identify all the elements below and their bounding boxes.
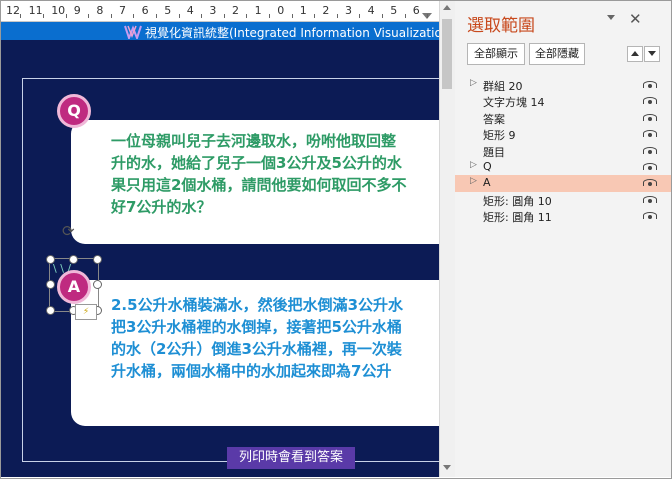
ruler-number: 1	[254, 4, 262, 17]
scroll-up-icon[interactable]	[443, 5, 451, 10]
slide-header-band: 視覺化資訊統整(Integrated Information Visualiza…	[1, 22, 439, 42]
answer-text[interactable]: 2.5公升水桶裝滿水，然後把水倒滿3公升水 把3公升水桶裡的水倒掉，接著把5公升…	[111, 294, 403, 382]
bring-forward-button[interactable]	[627, 46, 643, 62]
ruler-number: 12	[6, 4, 20, 17]
resize-handle-sw[interactable]	[46, 306, 55, 315]
list-item[interactable]: ▷ 群組 20	[455, 77, 671, 93]
scroll-thumb[interactable]	[442, 19, 452, 89]
resize-handle-w[interactable]	[46, 280, 55, 289]
print-answer-label[interactable]: 列印時會看到答案	[227, 447, 355, 469]
ruler-number: 5	[390, 4, 398, 17]
ruler-number: 7	[119, 4, 126, 17]
ruler-tick	[268, 14, 270, 18]
slide-header-title: 視覺化資訊統整(Integrated Information Visualiza…	[145, 26, 439, 40]
expand-arrow-icon[interactable]: ▷	[470, 160, 477, 170]
ruler-number: 3	[345, 4, 352, 17]
ruler-tick	[201, 14, 203, 18]
scroll-down-icon[interactable]	[443, 465, 451, 470]
question-card[interactable]: 一位母親叫兒子去河邊取水，吩咐他取回整 升的水，她給了兒子一個3公升及5公升的水…	[71, 120, 439, 244]
pane-options-chevron-icon[interactable]	[607, 15, 615, 20]
ruler-number: 11	[28, 4, 43, 17]
answer-card[interactable]: 2.5公升水桶裝滿水，然後把水倒滿3公升水 把3公升水桶裡的水倒掉，接著把5公升…	[71, 280, 439, 426]
list-item[interactable]: 矩形: 圓角 11	[455, 208, 671, 224]
ruler-number: 1	[299, 4, 307, 17]
horizontal-ruler[interactable]: 12 11 10 9 8 7 6 5 4 3 2 1 0 1 2 3 4 5 6	[1, 1, 439, 22]
ruler-number: 6	[141, 4, 149, 17]
send-backward-button[interactable]	[644, 46, 660, 62]
resize-handle-ne[interactable]	[93, 255, 102, 264]
selection-pane: 選取範圍 ✕ 全部顯示 全部隱藏 ▷ 群組 20 文字方塊 14 答案 矩形 9…	[455, 1, 671, 477]
ruler-number: 6	[412, 4, 420, 17]
ruler-number: 3	[209, 4, 217, 17]
visibility-eye-icon[interactable]	[643, 195, 657, 203]
expand-arrow-icon[interactable]: ▷	[470, 78, 477, 88]
ruler-tick	[110, 14, 112, 18]
list-item[interactable]: 文字方塊 14	[455, 93, 671, 109]
show-all-button[interactable]: 全部顯示	[467, 43, 525, 65]
arrow-up-icon	[631, 51, 639, 56]
ruler-number: 5	[164, 4, 172, 17]
hide-all-button[interactable]: 全部隱藏	[529, 43, 585, 65]
ruler-number: 2	[232, 4, 239, 17]
list-item-selected[interactable]: ▷ A	[455, 175, 671, 192]
ruler-tick	[246, 14, 248, 18]
vertical-scrollbar[interactable]	[439, 1, 455, 477]
ruler-number: 0	[277, 4, 285, 17]
ruler-number: 2	[322, 4, 330, 17]
visibility-eye-icon[interactable]	[643, 113, 657, 121]
ruler-tick	[404, 14, 406, 18]
rotate-handle-icon[interactable]: ⟳	[62, 222, 75, 240]
visibility-eye-icon[interactable]	[643, 81, 657, 88]
visibility-eye-icon[interactable]	[643, 179, 657, 187]
ruler-tick	[155, 14, 157, 18]
ruler-number: 10	[51, 4, 66, 17]
ruler-tick	[291, 14, 293, 18]
ruler-tick	[314, 14, 316, 18]
expand-arrow-icon[interactable]: ▷	[470, 176, 477, 186]
question-text[interactable]: 一位母親叫兒子去河邊取水，吩咐他取回整 升的水，她給了兒子一個3公升及5公升的水…	[111, 130, 406, 218]
list-item[interactable]: 矩形 9	[455, 126, 671, 142]
list-item[interactable]: 矩形: 圓角 10	[455, 192, 671, 208]
ruler-number: 4	[186, 4, 194, 17]
ruler-tick	[336, 14, 338, 18]
ruler-tick	[42, 14, 44, 18]
ruler-tick	[359, 14, 361, 18]
visibility-eye-icon[interactable]	[643, 162, 657, 170]
arrow-down-icon	[648, 51, 656, 56]
ruler-tick	[381, 14, 383, 18]
answer-badge[interactable]: A	[57, 270, 91, 304]
list-item[interactable]: ▷ Q	[455, 159, 671, 175]
selection-list: ▷ 群組 20 文字方塊 14 答案 矩形 9 題目 ▷ Q ▷ A 矩形: 圓…	[455, 77, 671, 225]
ruler-tick	[20, 14, 22, 18]
ruler-number: 9	[73, 4, 81, 17]
ruler-tick	[427, 14, 429, 18]
layout-options-icon[interactable]: ⚡	[75, 304, 97, 320]
ruler-tick	[88, 14, 90, 18]
close-icon[interactable]: ✕	[629, 10, 642, 28]
ruler-number: 4	[367, 4, 375, 17]
ruler-tick	[65, 14, 67, 18]
logo-icon	[124, 25, 142, 39]
visibility-eye-icon[interactable]	[643, 97, 657, 105]
ruler-number: 8	[96, 4, 104, 17]
resize-handle-e[interactable]	[93, 280, 102, 289]
ruler-tick	[178, 14, 180, 18]
pane-title: 選取範圍	[467, 16, 535, 36]
list-item[interactable]: 題目	[455, 143, 671, 159]
visibility-eye-icon[interactable]	[643, 212, 657, 220]
visibility-eye-icon[interactable]	[643, 130, 657, 138]
ruler-tick	[133, 14, 135, 18]
ruler-tick	[223, 14, 225, 18]
question-badge[interactable]: Q	[57, 94, 91, 128]
visibility-eye-icon[interactable]	[643, 146, 657, 154]
slide-canvas[interactable]: 視覺化資訊統整(Integrated Information Visualiza…	[1, 22, 439, 477]
list-item[interactable]: 答案	[455, 110, 671, 126]
